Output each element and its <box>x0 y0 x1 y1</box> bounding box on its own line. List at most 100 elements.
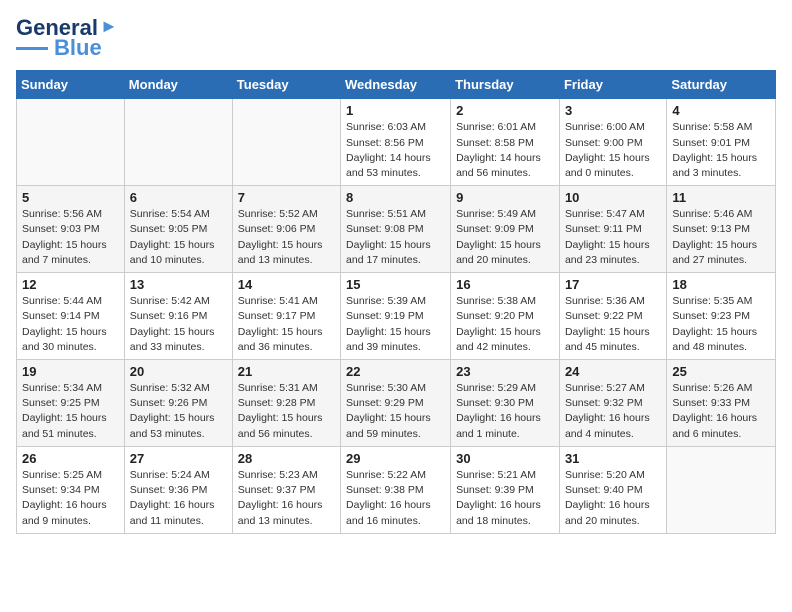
day-header-friday: Friday <box>559 71 666 99</box>
day-header-wednesday: Wednesday <box>341 71 451 99</box>
calendar-week-5: 26 Sunrise: 5:25 AMSunset: 9:34 PMDayligh… <box>17 446 776 533</box>
day-number: 5 <box>22 190 119 205</box>
day-number: 9 <box>456 190 554 205</box>
calendar-cell <box>17 99 125 186</box>
day-info: Sunrise: 5:27 AMSunset: 9:32 PMDaylight:… <box>565 381 661 442</box>
calendar-cell: 31Sunrise: 5:20 AMSunset: 9:40 PMDayligh… <box>559 446 666 533</box>
day-info: Sunrise: 5:24 AMSunset: 9:36 PMDaylight:… <box>130 468 227 529</box>
day-info: Sunrise: 5:31 AMSunset: 9:28 PMDaylight:… <box>238 381 335 442</box>
day-number: 3 <box>565 103 661 118</box>
calendar-cell: 25 Sunrise: 5:26 AMSunset: 9:33 PMDayligh… <box>667 360 776 447</box>
calendar-cell: 30 Sunrise: 5:21 AMSunset: 9:39 PMDayligh… <box>451 446 560 533</box>
calendar-cell: 27 Sunrise: 5:24 AMSunset: 9:36 PMDayligh… <box>124 446 232 533</box>
day-number: 10 <box>565 190 661 205</box>
calendar-cell: 19 Sunrise: 5:34 AMSunset: 9:25 PMDayligh… <box>17 360 125 447</box>
day-info: Sunrise: 6:03 AMSunset: 8:56 PMDaylight:… <box>346 120 445 181</box>
day-info: Sunrise: 5:52 AMSunset: 9:06 PMDaylight:… <box>238 207 335 268</box>
day-info: Sunrise: 5:36 AMSunset: 9:22 PMDaylight:… <box>565 294 661 355</box>
day-number: 21 <box>238 364 335 379</box>
calendar-cell: 10 Sunrise: 5:47 AMSunset: 9:11 PMDayligh… <box>559 186 666 273</box>
day-header-tuesday: Tuesday <box>232 71 340 99</box>
day-header-sunday: Sunday <box>17 71 125 99</box>
calendar-cell: 26 Sunrise: 5:25 AMSunset: 9:34 PMDayligh… <box>17 446 125 533</box>
calendar-cell <box>124 99 232 186</box>
calendar-week-2: 5 Sunrise: 5:56 AMSunset: 9:03 PMDaylight… <box>17 186 776 273</box>
day-info: Sunrise: 5:26 AMSunset: 9:33 PMDaylight:… <box>672 381 770 442</box>
day-number: 25 <box>672 364 770 379</box>
calendar-cell: 20Sunrise: 5:32 AMSunset: 9:26 PMDayligh… <box>124 360 232 447</box>
day-number: 23 <box>456 364 554 379</box>
day-number: 2 <box>456 103 554 118</box>
day-info: Sunrise: 5:56 AMSunset: 9:03 PMDaylight:… <box>22 207 119 268</box>
day-number: 14 <box>238 277 335 292</box>
calendar-cell: 28Sunrise: 5:23 AMSunset: 9:37 PMDayligh… <box>232 446 340 533</box>
calendar-cell: 3 Sunrise: 6:00 AMSunset: 9:00 PMDaylight… <box>559 99 666 186</box>
calendar-cell: 23 Sunrise: 5:29 AMSunset: 9:30 PMDayligh… <box>451 360 560 447</box>
day-info: Sunrise: 5:44 AMSunset: 9:14 PMDaylight:… <box>22 294 119 355</box>
day-number: 24 <box>565 364 661 379</box>
calendar-cell: 11 Sunrise: 5:46 AMSunset: 9:13 PMDayligh… <box>667 186 776 273</box>
day-info: Sunrise: 5:47 AMSunset: 9:11 PMDaylight:… <box>565 207 661 268</box>
day-info: Sunrise: 5:58 AMSunset: 9:01 PMDaylight:… <box>672 120 770 181</box>
day-info: Sunrise: 5:25 AMSunset: 9:34 PMDaylight:… <box>22 468 119 529</box>
day-info: Sunrise: 5:41 AMSunset: 9:17 PMDaylight:… <box>238 294 335 355</box>
calendar-cell: 14 Sunrise: 5:41 AMSunset: 9:17 PMDayligh… <box>232 273 340 360</box>
day-info: Sunrise: 5:30 AMSunset: 9:29 PMDaylight:… <box>346 381 445 442</box>
day-number: 18 <box>672 277 770 292</box>
calendar-cell: 13 Sunrise: 5:42 AMSunset: 9:16 PMDayligh… <box>124 273 232 360</box>
calendar-cell: 29 Sunrise: 5:22 AMSunset: 9:38 PMDayligh… <box>341 446 451 533</box>
calendar-header-row: SundayMondayTuesdayWednesdayThursdayFrid… <box>17 71 776 99</box>
day-info: Sunrise: 5:29 AMSunset: 9:30 PMDaylight:… <box>456 381 554 442</box>
logo-arrow-icon: ► <box>100 16 118 37</box>
day-number: 29 <box>346 451 445 466</box>
calendar-cell: 8 Sunrise: 5:51 AMSunset: 9:08 PMDaylight… <box>341 186 451 273</box>
day-info: Sunrise: 5:51 AMSunset: 9:08 PMDaylight:… <box>346 207 445 268</box>
calendar-cell: 15Sunrise: 5:39 AMSunset: 9:19 PMDayligh… <box>341 273 451 360</box>
day-info: Sunrise: 5:34 AMSunset: 9:25 PMDaylight:… <box>22 381 119 442</box>
calendar-cell: 22 Sunrise: 5:30 AMSunset: 9:29 PMDayligh… <box>341 360 451 447</box>
day-info: Sunrise: 6:01 AMSunset: 8:58 PMDaylight:… <box>456 120 554 181</box>
day-number: 1 <box>346 103 445 118</box>
day-info: Sunrise: 5:42 AMSunset: 9:16 PMDaylight:… <box>130 294 227 355</box>
calendar-cell: 24 Sunrise: 5:27 AMSunset: 9:32 PMDayligh… <box>559 360 666 447</box>
calendar-cell: 9 Sunrise: 5:49 AMSunset: 9:09 PMDaylight… <box>451 186 560 273</box>
day-number: 26 <box>22 451 119 466</box>
day-info: Sunrise: 5:38 AMSunset: 9:20 PMDaylight:… <box>456 294 554 355</box>
day-number: 28 <box>238 451 335 466</box>
calendar-week-4: 19 Sunrise: 5:34 AMSunset: 9:25 PMDayligh… <box>17 360 776 447</box>
calendar-cell <box>667 446 776 533</box>
calendar-cell: 17Sunrise: 5:36 AMSunset: 9:22 PMDayligh… <box>559 273 666 360</box>
day-number: 4 <box>672 103 770 118</box>
day-info: Sunrise: 5:22 AMSunset: 9:38 PMDaylight:… <box>346 468 445 529</box>
day-info: Sunrise: 5:21 AMSunset: 9:39 PMDaylight:… <box>456 468 554 529</box>
day-number: 11 <box>672 190 770 205</box>
calendar-cell: 1 Sunrise: 6:03 AMSunset: 8:56 PMDaylight… <box>341 99 451 186</box>
day-info: Sunrise: 6:00 AMSunset: 9:00 PMDaylight:… <box>565 120 661 181</box>
day-info: Sunrise: 5:49 AMSunset: 9:09 PMDaylight:… <box>456 207 554 268</box>
day-number: 7 <box>238 190 335 205</box>
day-number: 22 <box>346 364 445 379</box>
day-number: 19 <box>22 364 119 379</box>
calendar-cell: 2 Sunrise: 6:01 AMSunset: 8:58 PMDaylight… <box>451 99 560 186</box>
calendar-table: SundayMondayTuesdayWednesdayThursdayFrid… <box>16 70 776 533</box>
day-info: Sunrise: 5:54 AMSunset: 9:05 PMDaylight:… <box>130 207 227 268</box>
calendar-cell: 12 Sunrise: 5:44 AMSunset: 9:14 PMDayligh… <box>17 273 125 360</box>
day-number: 20 <box>130 364 227 379</box>
logo-blue-text: Blue <box>54 36 102 60</box>
page-header: General ► Blue <box>16 16 776 60</box>
day-number: 13 <box>130 277 227 292</box>
calendar-cell: 4 Sunrise: 5:58 AMSunset: 9:01 PMDaylight… <box>667 99 776 186</box>
calendar-cell: 6Sunrise: 5:54 AMSunset: 9:05 PMDaylight… <box>124 186 232 273</box>
calendar-week-1: 1 Sunrise: 6:03 AMSunset: 8:56 PMDaylight… <box>17 99 776 186</box>
day-number: 8 <box>346 190 445 205</box>
day-info: Sunrise: 5:46 AMSunset: 9:13 PMDaylight:… <box>672 207 770 268</box>
calendar-cell: 5 Sunrise: 5:56 AMSunset: 9:03 PMDaylight… <box>17 186 125 273</box>
day-number: 30 <box>456 451 554 466</box>
day-header-monday: Monday <box>124 71 232 99</box>
calendar-cell: 21 Sunrise: 5:31 AMSunset: 9:28 PMDayligh… <box>232 360 340 447</box>
day-number: 31 <box>565 451 661 466</box>
day-number: 16 <box>456 277 554 292</box>
calendar-week-3: 12 Sunrise: 5:44 AMSunset: 9:14 PMDayligh… <box>17 273 776 360</box>
day-number: 27 <box>130 451 227 466</box>
day-number: 12 <box>22 277 119 292</box>
